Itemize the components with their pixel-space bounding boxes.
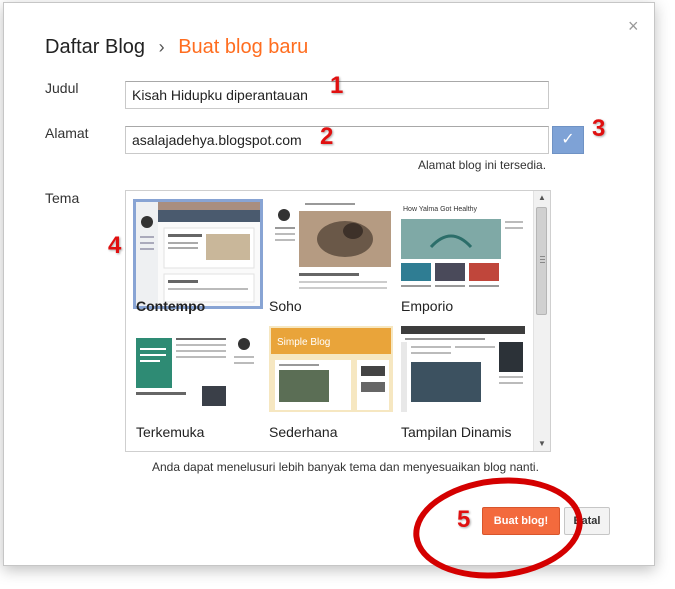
theme-thumb-terkemuka[interactable]	[136, 326, 266, 436]
theme-label: Tema	[45, 190, 80, 206]
theme-name[interactable]: Tampilan Dinamis	[401, 424, 511, 440]
scroll-up-icon[interactable]: ▲	[534, 191, 550, 205]
theme-thumb-contempo[interactable]	[133, 199, 263, 309]
dialog-title: Daftar Blog › Buat blog baru	[45, 36, 308, 59]
theme-note: Anda dapat menelusuri lebih banyak tema …	[152, 460, 539, 474]
theme-name[interactable]: Emporio	[401, 298, 453, 314]
theme-picker: Contempo Soho How Yalma Got Healthy Empo…	[125, 190, 551, 452]
sederhana-preview: Simple Blog	[269, 326, 393, 412]
annotation-4: 4	[108, 232, 122, 259]
theme-name[interactable]: Sederhana	[269, 424, 338, 440]
address-input[interactable]	[125, 126, 549, 154]
theme-thumb-emporio[interactable]: How Yalma Got Healthy	[401, 201, 531, 311]
annotation-3: 3	[592, 115, 606, 142]
breadcrumb-current: Buat blog baru	[178, 36, 309, 58]
breadcrumb-separator: ›	[158, 37, 165, 57]
annotation-2: 2	[320, 123, 334, 150]
emporio-preview: How Yalma Got Healthy	[401, 201, 525, 297]
theme-thumb-tampilan-dinamis[interactable]	[401, 326, 531, 436]
theme-name[interactable]: Terkemuka	[136, 424, 204, 440]
title-label: Judul	[45, 80, 79, 96]
dinamis-preview	[401, 326, 525, 412]
contempo-preview	[136, 202, 260, 306]
theme-thumb-sederhana[interactable]: Simple Blog	[269, 326, 399, 436]
check-icon[interactable]: ✓	[552, 126, 584, 154]
emporio-heading: How Yalma Got Healthy	[403, 206, 478, 213]
terkemuka-preview	[136, 326, 260, 412]
close-icon[interactable]: ×	[628, 17, 639, 35]
address-label: Alamat	[45, 125, 89, 141]
theme-name[interactable]: Soho	[269, 298, 302, 314]
breadcrumb-root[interactable]: Daftar Blog	[45, 36, 145, 58]
scroll-down-icon[interactable]: ▼	[534, 437, 550, 451]
annotation-1: 1	[330, 72, 344, 99]
address-status: Alamat blog ini tersedia.	[418, 158, 547, 172]
theme-name[interactable]: Contempo	[136, 298, 205, 314]
theme-thumb-soho[interactable]	[269, 201, 399, 311]
sederhana-heading: Simple Blog	[277, 337, 330, 348]
theme-scrollbar[interactable]: ▲ ▼	[533, 191, 550, 451]
soho-preview	[269, 201, 393, 297]
scroll-thumb[interactable]	[536, 207, 547, 315]
